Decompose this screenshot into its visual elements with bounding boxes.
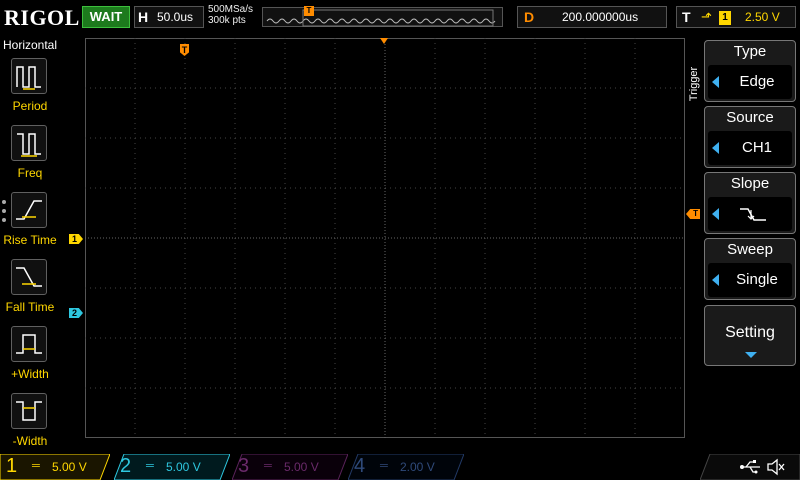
falling-edge-icon — [740, 208, 766, 221]
minus-width-icon — [11, 393, 47, 429]
memory-depth: 300k pts — [208, 15, 246, 26]
speaker-mute-icon[interactable] — [766, 458, 786, 476]
ch4-number: 4 — [354, 455, 366, 477]
minus-width-label: -Width — [12, 434, 48, 448]
down-arrow-icon — [745, 352, 757, 358]
ch4-scale: 2.00 V — [400, 460, 435, 474]
channel-3-tab[interactable]: 3 ═ 5.00 V — [232, 454, 348, 480]
freq-icon — [11, 125, 47, 161]
trigger-source-badge: 1 — [719, 11, 731, 25]
dc-coupling-icon: ═ — [146, 460, 154, 472]
graticule — [85, 38, 685, 438]
delay-key: D — [524, 9, 535, 25]
trigger-menu-label: Trigger — [688, 66, 700, 102]
dc-coupling-icon: ═ — [32, 460, 40, 472]
usb-icon — [740, 460, 760, 474]
period-icon — [11, 58, 47, 94]
ch1-offset-marker[interactable]: 1 — [69, 234, 83, 244]
left-arrow-icon — [712, 208, 719, 220]
horizontal-timebase[interactable]: H 50.0us — [134, 6, 204, 28]
system-status-area — [700, 454, 800, 480]
left-menu-title: Horizontal — [2, 38, 58, 52]
source-title: Source — [726, 109, 774, 126]
memory-trigger-marker: T — [304, 6, 314, 16]
freq-label: Freq — [17, 166, 43, 180]
fall-time-icon — [11, 259, 47, 295]
delay-readout[interactable]: D 200.000000us — [517, 6, 667, 28]
trigger-source-button[interactable]: Source CH1 — [704, 106, 796, 168]
horizontal-key: H — [138, 9, 149, 25]
rise-time-icon — [11, 192, 47, 228]
run-status-badge[interactable]: WAIT — [82, 6, 130, 28]
falling-edge-icon: ⬏ — [701, 9, 712, 24]
plus-width-label: +Width — [11, 367, 49, 381]
channel-1-tab[interactable]: 1 ═ 5.00 V — [0, 454, 110, 480]
sweep-title: Sweep — [727, 241, 773, 258]
source-value: CH1 — [741, 139, 772, 156]
measure-minus-width[interactable]: -Width — [0, 393, 60, 457]
ch3-number: 3 — [238, 455, 250, 477]
ch2-scale: 5.00 V — [166, 460, 201, 474]
channel-4-tab[interactable]: 4 ═ 2.00 V — [348, 454, 464, 480]
dc-coupling-icon: ═ — [380, 460, 388, 472]
dc-coupling-icon: ═ — [264, 460, 272, 472]
trigger-level-marker[interactable]: T — [686, 209, 700, 219]
trigger-setting-button[interactable]: Setting — [704, 305, 796, 366]
fall-time-label: Fall Time — [5, 300, 55, 314]
trigger-sweep-button[interactable]: Sweep Single — [704, 238, 796, 300]
delay-value: 200.000000us — [562, 10, 639, 24]
timebase-value: 50.0us — [157, 10, 194, 24]
trigger-level: 2.50 V — [745, 10, 780, 24]
rigol-logo: RIGOL — [4, 5, 80, 30]
rise-time-label: Rise Time — [3, 233, 57, 247]
memory-overview[interactable]: T — [262, 6, 503, 27]
period-label: Period — [12, 99, 48, 113]
channel-2-tab[interactable]: 2 ═ 5.00 V — [114, 454, 230, 480]
sample-rate: 500MSa/s — [208, 4, 254, 15]
ch2-offset-marker[interactable]: 2 — [69, 308, 83, 318]
acquisition-info: 500MSa/s 300k pts — [208, 4, 253, 26]
slope-title: Slope — [730, 175, 770, 192]
ch3-scale: 5.00 V — [284, 460, 319, 474]
measure-rise-time[interactable]: Rise Time — [0, 192, 60, 256]
memory-waveform-icon — [266, 9, 496, 27]
plus-width-icon — [11, 326, 47, 362]
measure-period[interactable]: Period — [0, 58, 60, 122]
measure-freq[interactable]: Freq — [0, 125, 60, 189]
trigger-slope-button[interactable]: Slope — [704, 172, 796, 234]
ch1-scale: 5.00 V — [52, 460, 87, 474]
ch1-number: 1 — [6, 455, 18, 477]
left-arrow-icon — [712, 76, 719, 88]
ch2-number: 2 — [120, 455, 132, 477]
type-title: Type — [733, 43, 767, 60]
trigger-key: T — [682, 9, 691, 25]
left-arrow-icon — [712, 142, 719, 154]
sweep-value: Single — [736, 271, 778, 288]
measure-fall-time[interactable]: Fall Time — [0, 259, 60, 323]
left-arrow-icon — [712, 274, 719, 286]
trigger-type-button[interactable]: Type Edge — [704, 40, 796, 102]
setting-title: Setting — [725, 324, 775, 341]
center-marker-icon — [380, 38, 388, 44]
measure-plus-width[interactable]: +Width — [0, 326, 60, 390]
type-value: Edge — [739, 73, 775, 90]
waveform-grid[interactable] — [85, 38, 685, 438]
trigger-readout[interactable]: T ⬏ 1 2.50 V — [676, 6, 796, 28]
